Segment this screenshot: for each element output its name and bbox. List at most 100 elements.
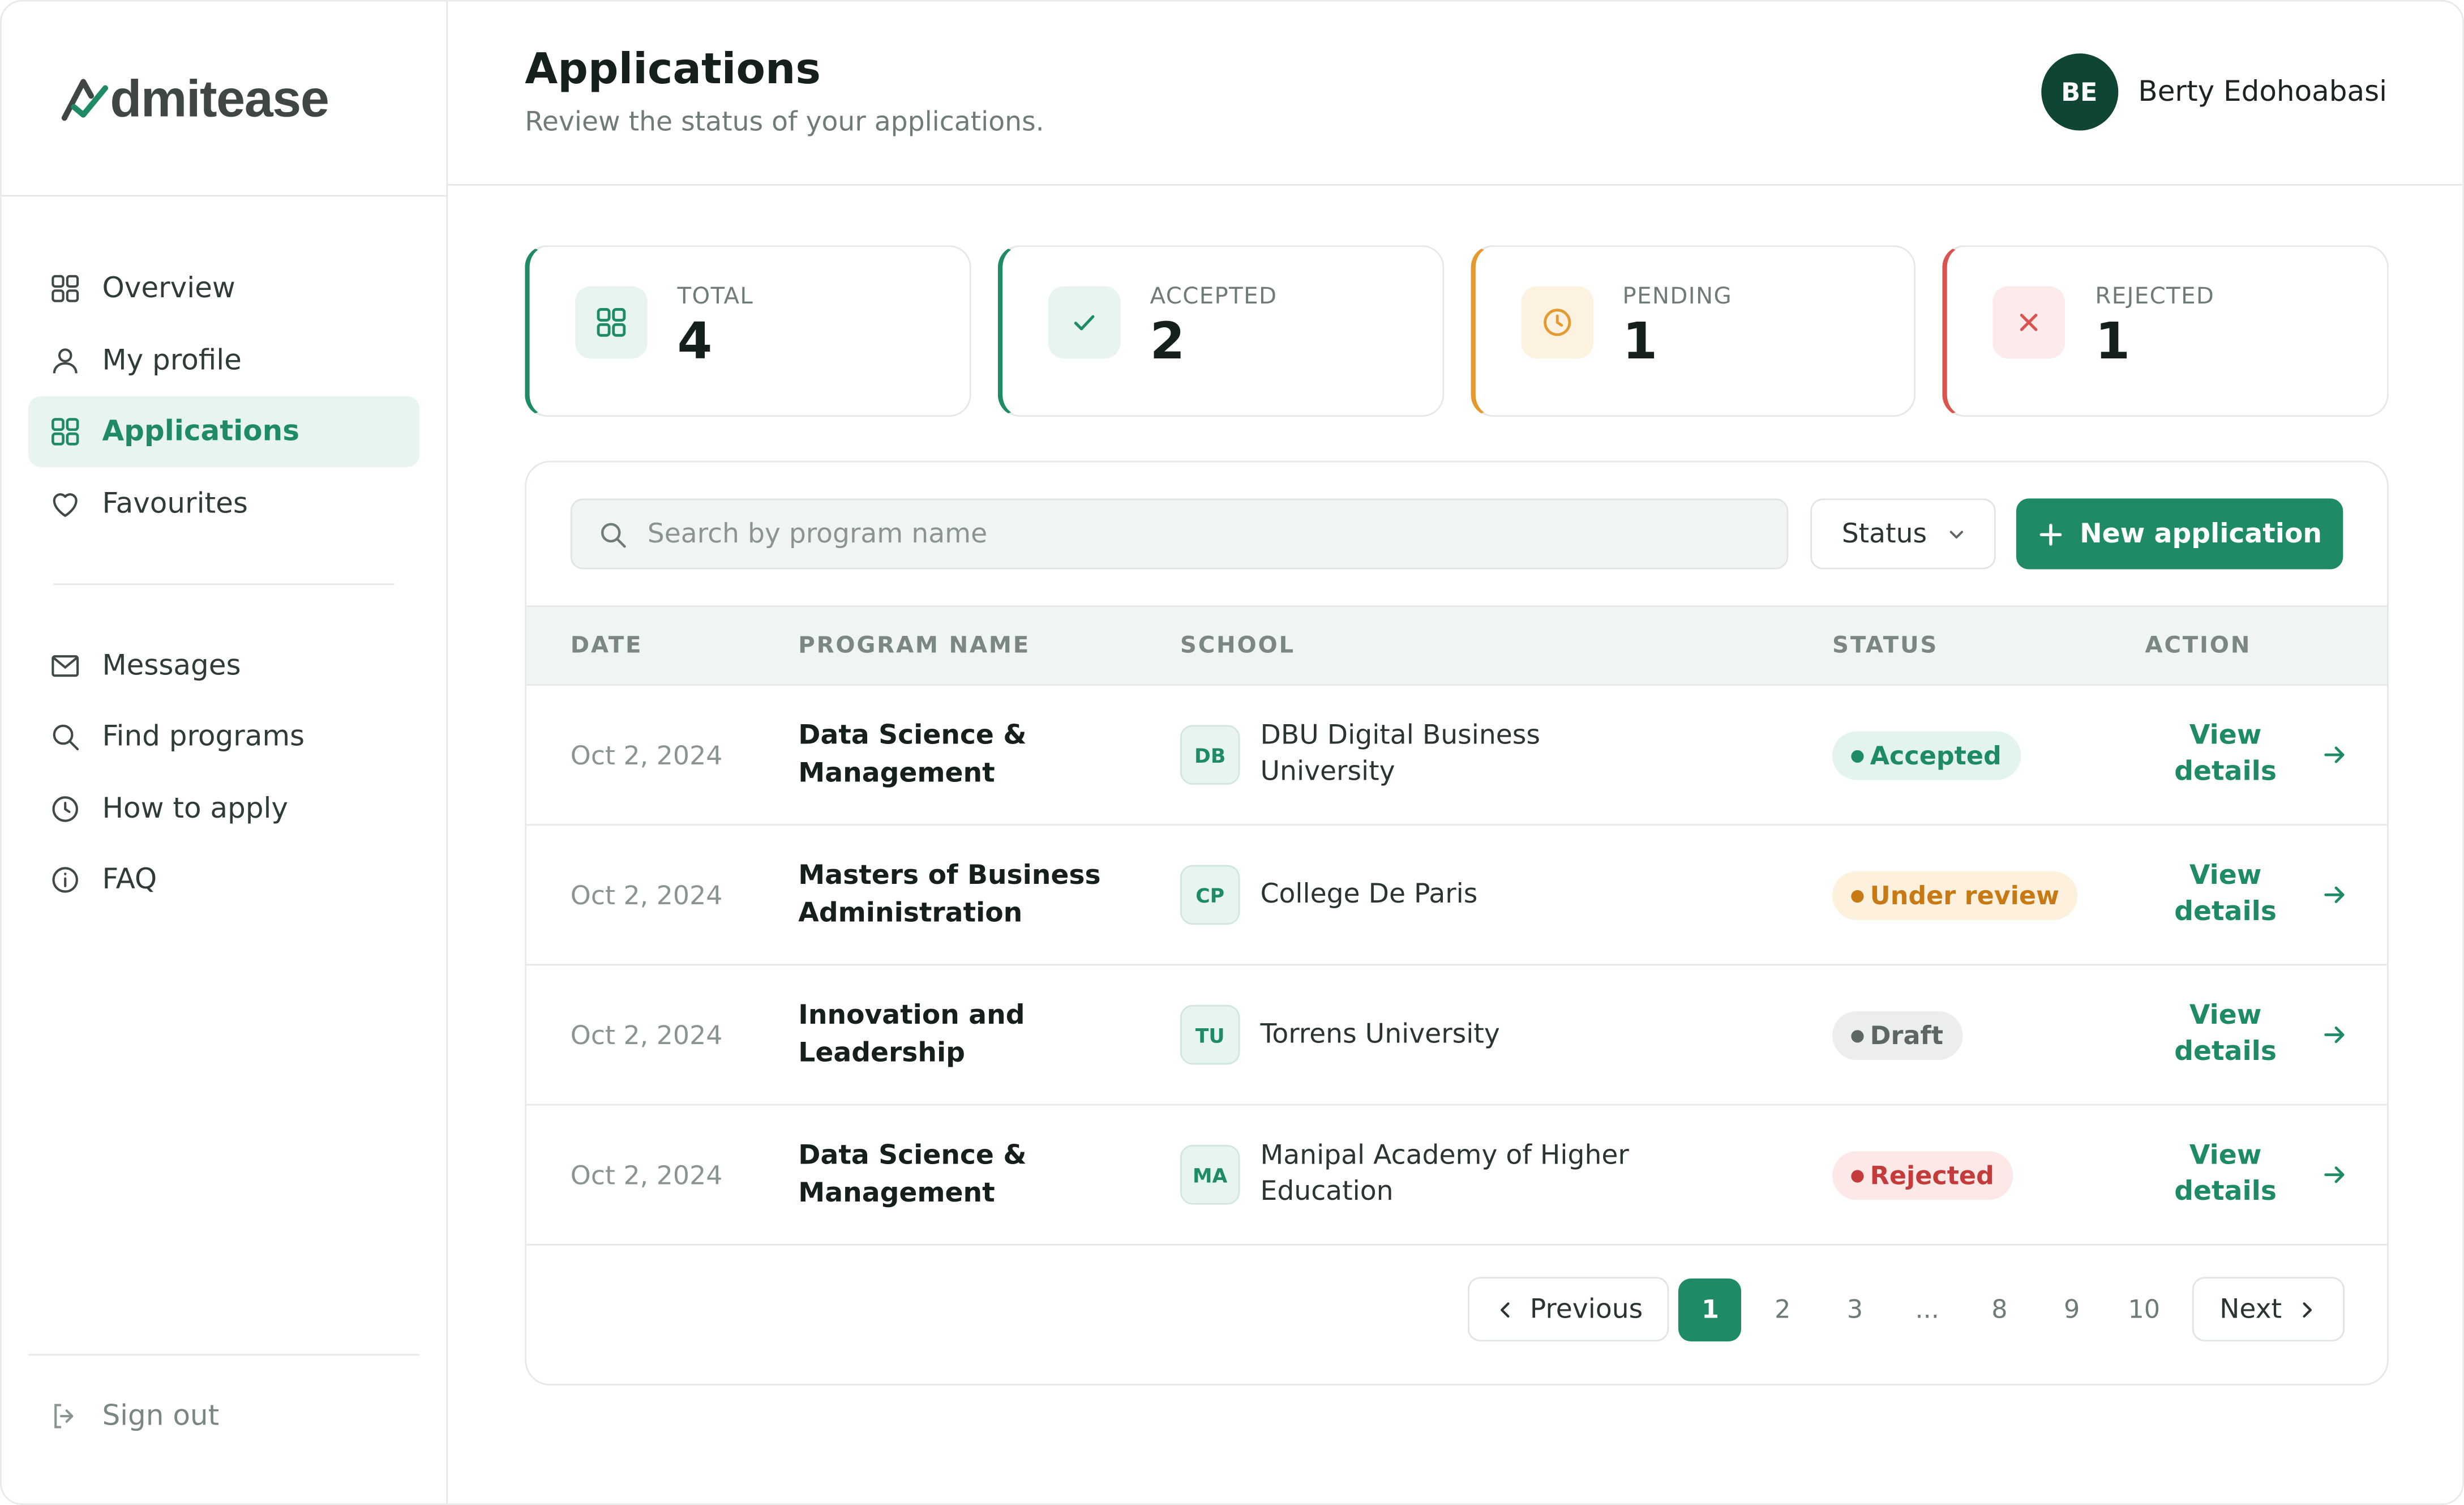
sidebar-item-label: Messages [102,648,241,682]
sidebar: dmitease Overview My profile Application… [1,1,448,1504]
logo-area: dmitease [1,2,447,197]
row-school: TU Torrens University [1180,965,1653,1104]
row-school: CP College De Paris [1180,826,1653,964]
clock-icon [52,795,78,822]
logo-text: dmitease [110,68,329,127]
avatar: BE [2041,53,2118,131]
check-icon [1074,315,1094,331]
row-action[interactable]: View details [2161,1106,2349,1244]
page-button-9[interactable]: 9 [2041,1278,2103,1341]
table-row[interactable]: Oct 2, 2024 Innovation and Leadership TU… [526,965,2388,1106]
chevron-left-icon [1499,1301,1509,1317]
school-name: DBU Digital Business University [1260,720,1540,788]
view-details-link[interactable]: View details [2161,999,2290,1071]
previous-page-button[interactable]: Previous [1467,1277,1670,1342]
school-avatar: CP [1180,865,1240,925]
school-avatar: TU [1180,1004,1240,1065]
page-button-2[interactable]: 2 [1751,1278,1814,1341]
column-header-school[interactable]: SCHOOL [1180,634,1295,659]
school-name: Manipal Academy of Higher Education [1260,1140,1629,1208]
chevron-right-icon [2303,1301,2312,1317]
search-input[interactable] [647,518,1787,550]
arrow-right-icon[interactable] [2321,880,2349,909]
stat-card-rejected: REJECTED 1 [1943,245,2389,417]
row-status: Accepted [1832,686,2021,824]
sidebar-item-overview[interactable]: Overview [28,253,419,324]
arrow-right-icon[interactable] [2321,1021,2349,1049]
arrow-right-icon[interactable] [2321,1161,2349,1189]
stat-value: 1 [1622,311,1658,371]
sidebar-item-find-programs[interactable]: Find programs [28,702,419,772]
sidebar-item-label: Applications [102,415,299,448]
row-action[interactable]: View details [2161,686,2349,824]
stat-icon-wrap [1048,286,1120,359]
stat-text: PENDING 1 [1622,285,1732,370]
new-application-label: New application [2080,518,2322,550]
sidebar-divider [53,583,395,584]
row-action[interactable]: View details [2161,965,2349,1104]
sidebar-item-label: FAQ [102,863,157,897]
x-icon [2020,314,2038,331]
grid-icon [52,275,79,302]
sidebar-item-how-to-apply[interactable]: How to apply [28,773,419,844]
row-program-name: Innovation and Leadership [798,1000,1025,1070]
column-header-status[interactable]: STATUS [1832,634,1938,659]
sidebar-item-applications[interactable]: Applications [28,396,420,467]
heart-icon [53,492,78,516]
row-status: Under review [1832,826,2079,964]
row-status: Rejected [1832,1106,2013,1244]
stat-text: TOTAL 4 [678,285,754,370]
stat-card-accepted: ACCEPTED 2 [997,245,1443,417]
view-details-link[interactable]: View details [2161,1139,2290,1211]
sidebar-nav: Overview My profile Applications Favouri… [2,196,447,915]
app-frame: dmitease Overview My profile Application… [0,0,2464,1505]
status-filter-label: Status [1841,518,1927,550]
next-page-button[interactable]: Next [2192,1277,2345,1342]
user-menu[interactable]: BE Berty Edohoabasi [2041,53,2387,131]
status-badge: Accepted [1832,730,2021,780]
search-box[interactable] [570,498,1789,570]
sidebar-item-label: Overview [102,272,235,305]
sign-out-button[interactable]: Sign out [28,1381,419,1452]
new-application-button[interactable]: New application [2016,498,2343,570]
view-details-link[interactable]: View details [2161,858,2290,931]
stat-label: TOTAL [677,284,754,310]
column-header-date[interactable]: DATE [571,634,643,659]
stat-value: 1 [2095,311,2131,371]
row-school: DB DBU Digital Business University [1180,686,1653,824]
sidebar-item-my-profile[interactable]: My profile [28,325,419,396]
table-row[interactable]: Oct 2, 2024 Masters of Business Administ… [526,826,2388,966]
page-button-1[interactable]: 1 [1679,1277,1742,1341]
arrow-right-icon[interactable] [2321,741,2349,769]
status-badge: Under review [1832,870,2079,920]
table-header: DATE PROGRAM NAME SCHOOL STATUS ACTION [526,605,2388,686]
brand-logo[interactable]: dmitease [61,68,329,129]
sidebar-item-faq[interactable]: FAQ [28,844,419,915]
row-status: Draft [1832,965,1962,1104]
status-badge: Rejected [1832,1150,2013,1199]
sidebar-item-label: Favourites [102,486,248,520]
page-button-3[interactable]: 3 [1823,1278,1886,1341]
sidebar-item-favourites[interactable]: Favourites [28,468,419,538]
view-details-link[interactable]: View details [2161,719,2290,791]
table-toolbar: Status New application [570,498,2343,570]
table-row[interactable]: Oct 2, 2024 Data Science & Management DB… [526,686,2388,826]
info-icon [52,867,78,893]
stat-text: ACCEPTED 2 [1150,285,1277,370]
row-action[interactable]: View details [2161,826,2349,964]
sidebar-item-messages[interactable]: Messages [28,630,419,700]
status-filter-dropdown[interactable]: Status [1810,498,1996,570]
page-button-10[interactable]: 10 [2112,1278,2175,1341]
row-date: Oct 2, 2024 [570,1160,723,1190]
table-row[interactable]: Oct 2, 2024 Data Science & Management MA… [526,1106,2388,1246]
plus-icon [2040,523,2063,545]
applications-table-card: Status New application DATE PROGRAM NAME… [525,460,2389,1386]
column-header-program[interactable]: PROGRAM NAME [798,634,1030,659]
stat-label: ACCEPTED [1150,284,1278,310]
page-button-8[interactable]: 8 [1968,1278,2031,1341]
stats-row: TOTAL 4 ACCEPTED 2 PENDING 1 REJECTED 1 [525,245,2389,417]
school-name: College De Paris [1260,878,1478,910]
next-label: Next [2219,1293,2282,1325]
search-icon [601,522,626,547]
sidebar-item-label: How to apply [102,792,288,825]
